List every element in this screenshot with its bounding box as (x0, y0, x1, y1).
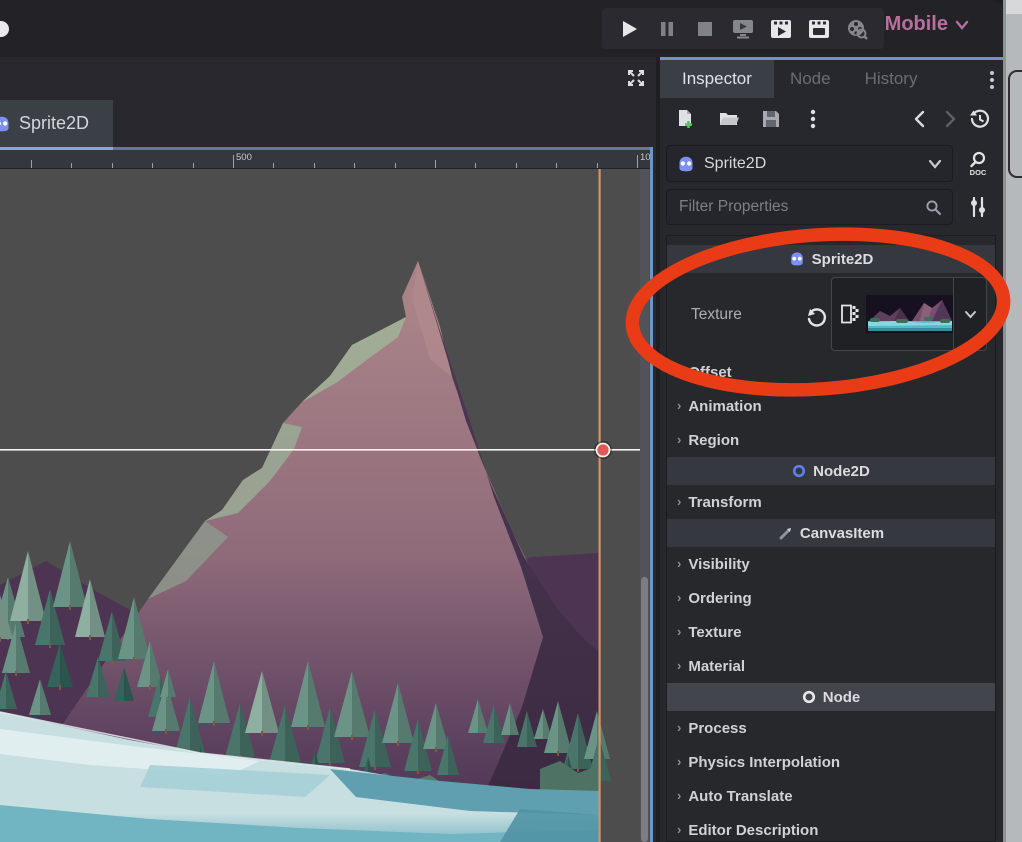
expand-viewport-icon[interactable] (624, 66, 648, 90)
property-list: Sprite2D Texture (666, 235, 996, 842)
axis-line (0, 449, 644, 451)
sprite2d-icon (677, 155, 695, 173)
godot-editor-window: Mobile Sprite2D (0, 0, 1022, 842)
section-offset[interactable]: ›Offset (667, 355, 995, 389)
ruler-mark-label: 1000 (640, 152, 650, 163)
filter-properties-input[interactable] (677, 197, 925, 217)
tab-history[interactable]: History (847, 60, 936, 98)
background-window-strip (1003, 0, 1022, 842)
history-back-button[interactable] (905, 104, 935, 134)
section-physics-interpolation[interactable]: ›Physics Interpolation (667, 745, 995, 779)
texture-resource-picker[interactable] (831, 277, 987, 351)
tab-menu-icon[interactable] (989, 70, 995, 95)
texture-property-label: Texture (691, 306, 742, 324)
viewport-focus-border-right (650, 147, 653, 842)
open-docs-button[interactable]: DOC (960, 149, 996, 179)
canvas-dock: Sprite2D 500 1000 (0, 57, 656, 842)
texture-thumbnail[interactable] (866, 295, 954, 333)
movie-maker-button[interactable] (844, 16, 870, 42)
ruler-mark-label: 500 (236, 152, 252, 163)
horizontal-ruler: 500 1000 (0, 150, 650, 169)
revert-property-icon[interactable] (805, 307, 827, 329)
save-resource-button[interactable] (756, 104, 786, 134)
texture-property-row: Texture (667, 273, 995, 355)
viewport-scrollbar-thumb[interactable] (641, 577, 648, 842)
sprite2d-icon (789, 251, 805, 267)
tab-node[interactable]: Node (774, 60, 847, 98)
chevron-down-icon (928, 159, 942, 169)
property-list-rows: ›Offset›Animation›RegionNode2D›Transform… (667, 355, 995, 842)
pause-button[interactable] (654, 16, 680, 42)
section-auto-translate[interactable]: ›Auto Translate (667, 779, 995, 813)
section-process[interactable]: ›Process (667, 711, 995, 745)
run-profile-label: Mobile (885, 13, 948, 36)
edited-object-selector[interactable]: Sprite2D (666, 145, 953, 182)
stop-button[interactable] (692, 16, 718, 42)
object-history-button[interactable] (965, 104, 995, 134)
play-button[interactable] (616, 16, 642, 42)
category-sprite2d[interactable]: Sprite2D (667, 245, 995, 273)
resource-menu-icon[interactable] (798, 104, 828, 134)
tab-inspector[interactable]: Inspector (660, 60, 774, 98)
section-material[interactable]: ›Material (667, 649, 995, 683)
doc-button-label: DOC (970, 168, 987, 177)
play-scene-button[interactable] (768, 16, 794, 42)
category-node[interactable]: Node (667, 683, 995, 711)
scene-artwork (0, 169, 650, 842)
section-ordering[interactable]: ›Ordering (667, 581, 995, 615)
texture-options-dropdown[interactable] (953, 278, 986, 350)
section-texture[interactable]: ›Texture (667, 615, 995, 649)
inspector-dock: Inspector Node History (660, 57, 1003, 842)
section-editor-description[interactable]: ›Editor Description (667, 813, 995, 842)
inspector-toolbar (660, 98, 1003, 140)
category-canvasitem[interactable]: CanvasItem (667, 519, 995, 547)
section-transform[interactable]: ›Transform (667, 485, 995, 519)
clipped-toolbar-icon (0, 21, 9, 37)
play-custom-scene-button[interactable] (806, 16, 832, 42)
history-forward-button[interactable] (935, 104, 965, 134)
sprite2d-icon (0, 115, 11, 133)
viewport-boundary-line (599, 169, 601, 842)
section-animation[interactable]: ›Animation (667, 389, 995, 423)
background-window-control (1008, 70, 1022, 178)
section-region[interactable]: ›Region (667, 423, 995, 457)
edited-object-value: Sprite2D (704, 155, 919, 173)
property-tools-icon[interactable] (962, 192, 994, 222)
new-resource-button[interactable] (670, 104, 700, 134)
inspector-tab-bar: Inspector Node History (660, 60, 1003, 98)
playback-controls (602, 8, 884, 49)
category-node2d[interactable]: Node2D (667, 457, 995, 485)
filter-properties-field (666, 189, 953, 225)
chevron-down-icon (955, 20, 969, 30)
scene-tab-label: Sprite2D (19, 113, 89, 134)
scene-canvas[interactable] (0, 169, 650, 842)
section-visibility[interactable]: ›Visibility (667, 547, 995, 581)
window-shadow-edge (1003, 0, 1006, 842)
category-label: Sprite2D (812, 251, 874, 268)
editor-topbar: Mobile (0, 0, 1003, 57)
remote-debug-button[interactable] (730, 16, 756, 42)
scene-tab-sprite2d[interactable]: Sprite2D (0, 100, 113, 147)
search-icon (925, 199, 942, 216)
edit-texture-icon[interactable] (832, 304, 866, 324)
load-resource-button[interactable] (714, 104, 744, 134)
pivot-handle[interactable] (597, 444, 610, 457)
run-profile-dropdown[interactable]: Mobile (885, 13, 969, 36)
